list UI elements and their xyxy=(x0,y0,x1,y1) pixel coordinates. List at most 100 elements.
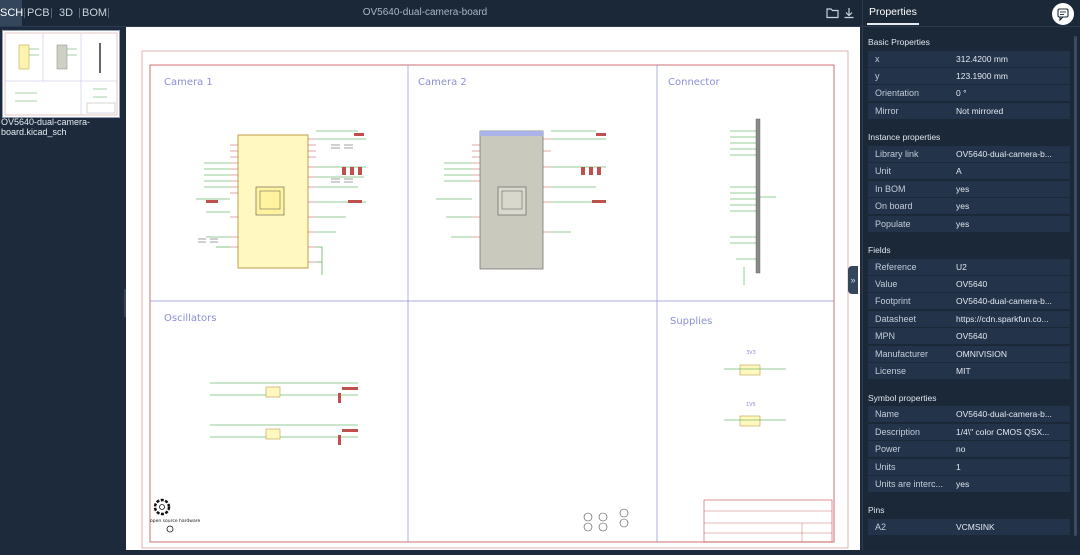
prop-value: OV5640-dual-camera-b... xyxy=(956,296,1052,306)
prop-key: Datasheet xyxy=(875,314,917,324)
schematic-canvas[interactable]: Camera 1 Camera 2 Connector Oscillators … xyxy=(126,27,860,550)
prop-row-pin-a2[interactable]: A2 VCMSINK xyxy=(868,519,1070,535)
prop-row-name[interactable]: Name OV5640-dual-camera-b... xyxy=(868,406,1070,422)
prop-row-x[interactable]: x 312.4200 mm xyxy=(868,51,1070,67)
prop-value: 123.1900 mm xyxy=(956,71,1008,81)
prop-value: OV5640 xyxy=(956,331,988,341)
prop-value: 1/4\" color CMOS QSX... xyxy=(956,427,1050,437)
prop-row-power[interactable]: Power no xyxy=(868,441,1070,457)
prop-key: x xyxy=(875,54,880,64)
properties-tab[interactable]: Properties xyxy=(867,6,919,25)
prop-row-datasheet[interactable]: Datasheet https://cdn.sparkfun.co... xyxy=(868,311,1070,327)
prop-row-description[interactable]: Description 1/4\" color CMOS QSX... xyxy=(868,424,1070,440)
prop-key: On board xyxy=(875,201,913,211)
prop-row-unit[interactable]: Unit A xyxy=(868,163,1070,179)
double-chevron-right-icon: » xyxy=(850,275,856,285)
tab-sch[interactable]: SCH xyxy=(0,0,23,26)
prop-value: A xyxy=(956,166,962,176)
tab-3d[interactable]: 3D xyxy=(55,0,77,26)
prop-row-orientation[interactable]: Orientation 0 ° xyxy=(868,85,1070,101)
prop-value: yes xyxy=(956,201,970,211)
prop-key: In BOM xyxy=(875,184,906,194)
tab-divider xyxy=(108,8,109,18)
prop-row-library-link[interactable]: Library link OV5640-dual-camera-b... xyxy=(868,146,1070,162)
download-icon[interactable] xyxy=(842,6,856,20)
prop-key: MPN xyxy=(875,331,895,341)
tab-pcb[interactable]: PCB xyxy=(27,0,50,26)
prop-value: yes xyxy=(956,219,970,229)
prop-key: Library link xyxy=(875,149,919,159)
prop-value: no xyxy=(956,444,966,454)
section-symbol-properties: Symbol properties xyxy=(868,393,937,403)
supply-label-3v3: 3V3 xyxy=(746,350,756,356)
prop-key: Orientation xyxy=(875,88,920,98)
prop-row-license[interactable]: License MIT xyxy=(868,363,1070,379)
thumbnail-label: OV5640-dual-camera-board.kicad_sch xyxy=(1,117,91,137)
prop-key: Populate xyxy=(875,219,911,229)
top-toolbar: SCH PCB 3D BOM OV5640-dual-camera-board xyxy=(0,0,862,27)
chat-icon xyxy=(1057,8,1069,22)
section-pins: Pins xyxy=(868,505,885,515)
prop-value: 0 ° xyxy=(956,88,967,98)
camera2-sensor-symbol xyxy=(472,130,551,270)
prop-row-in-bom[interactable]: In BOM yes xyxy=(868,181,1070,197)
prop-value: OV5640-dual-camera-b... xyxy=(956,149,1052,159)
prop-key: Units xyxy=(875,462,896,472)
section-title-camera2: Camera 2 xyxy=(418,77,467,88)
prop-row-on-board[interactable]: On board yes xyxy=(868,198,1070,214)
prop-row-mpn[interactable]: MPN OV5640 xyxy=(868,328,1070,344)
document-title: OV5640-dual-camera-board xyxy=(362,7,488,18)
prop-value: OV5640-dual-camera-b... xyxy=(956,409,1052,419)
prop-row-value[interactable]: Value OV5640 xyxy=(868,276,1070,292)
prop-key: Description xyxy=(875,427,921,437)
section-title-camera1: Camera 1 xyxy=(164,77,213,88)
prop-key: Name xyxy=(875,409,900,419)
sheet-thumbnails-panel: OV5640-dual-camera-board.kicad_sch xyxy=(0,27,124,550)
prop-key: Power xyxy=(875,444,901,454)
section-title-supplies: Supplies xyxy=(670,316,712,327)
schematic-drawing[interactable]: Camera 1 Camera 2 Connector Oscillators … xyxy=(126,27,860,550)
prop-row-units[interactable]: Units 1 xyxy=(868,459,1070,475)
tab-bom[interactable]: BOM xyxy=(82,0,107,26)
section-basic-properties: Basic Properties xyxy=(868,37,930,47)
collapse-right-panel-button[interactable]: » xyxy=(848,266,858,294)
camera1-sensor-symbol xyxy=(230,134,316,269)
prop-value: yes xyxy=(956,479,970,489)
prop-key: Value xyxy=(875,279,898,289)
sheet-thumbnail[interactable] xyxy=(2,30,120,118)
prop-row-units-interchangeable[interactable]: Units are interc... yes xyxy=(868,476,1070,492)
prop-key: Manufacturer xyxy=(875,349,929,359)
prop-key: A2 xyxy=(875,522,887,532)
prop-value: Not mirrored xyxy=(956,106,1004,116)
prop-key: Mirror xyxy=(875,106,899,116)
prop-row-footprint[interactable]: Footprint OV5640-dual-camera-b... xyxy=(868,293,1070,309)
prop-row-reference[interactable]: Reference U2 xyxy=(868,259,1070,275)
folder-open-icon[interactable] xyxy=(826,6,840,20)
section-title-connector: Connector xyxy=(668,77,720,88)
thumbnail-preview xyxy=(4,32,118,116)
prop-value: VCMSINK xyxy=(956,522,995,532)
section-title-oscillators: Oscillators xyxy=(164,313,216,324)
prop-key: Unit xyxy=(875,166,892,176)
prop-row-y[interactable]: y 123.1900 mm xyxy=(868,68,1070,84)
prop-value: MIT xyxy=(956,366,971,376)
prop-value: https://cdn.sparkfun.co... xyxy=(956,314,1049,324)
prop-value: OV5640 xyxy=(956,279,988,289)
prop-value: 1 xyxy=(956,462,961,472)
prop-row-manufacturer[interactable]: Manufacturer OMNIVISION xyxy=(868,346,1070,362)
supply-label-1v5: 1V5 xyxy=(746,402,756,408)
prop-key: y xyxy=(875,71,880,81)
chat-button[interactable] xyxy=(1052,3,1074,25)
prop-value: 312.4200 mm xyxy=(956,54,1008,64)
section-fields: Fields xyxy=(868,245,891,255)
prop-key: Reference xyxy=(875,262,917,272)
prop-row-populate[interactable]: Populate yes xyxy=(868,216,1070,232)
prop-value: yes xyxy=(956,184,970,194)
prop-key: Footprint xyxy=(875,296,911,306)
prop-row-mirror[interactable]: Mirror Not mirrored xyxy=(868,103,1070,119)
properties-scrollbar[interactable] xyxy=(1074,36,1077,536)
oshw-logo-label: open source hardware xyxy=(150,518,200,524)
tab-divider xyxy=(79,8,80,18)
prop-key: Units are interc... xyxy=(875,479,944,489)
properties-divider xyxy=(863,26,1080,27)
